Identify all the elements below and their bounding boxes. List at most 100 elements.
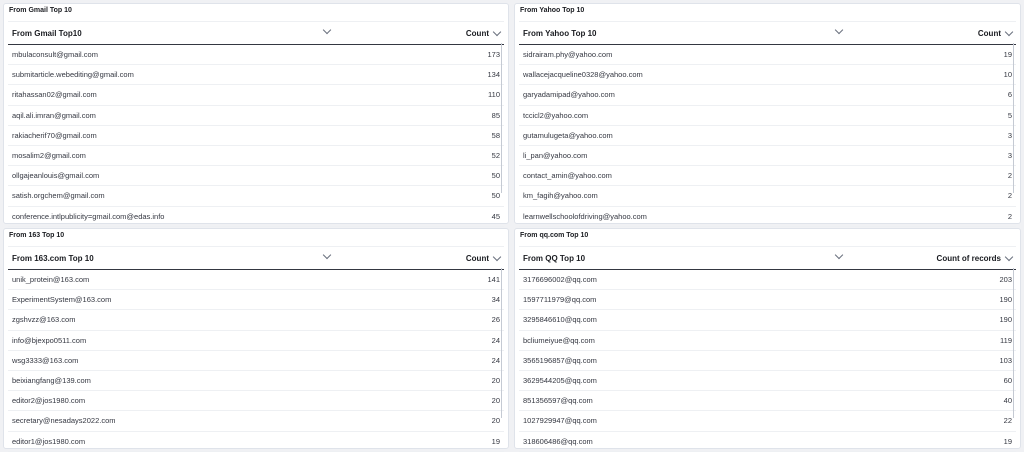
column-header-label: From Yahoo Top 10 (523, 28, 597, 38)
cell-email[interactable]: tccicl2@yahoo.com (519, 111, 852, 120)
cell-email[interactable]: info@bjexpo0511.com (8, 336, 340, 345)
panel-yahoo-top10: From Yahoo Top 10 From Yahoo Top 10 Coun… (514, 3, 1021, 227)
table-body: 3176696002@qq.com 203 1597711979@qq.com 19… (519, 270, 1016, 452)
column-header-label: Count (465, 28, 489, 38)
column-header-name[interactable]: From Gmail Top10 (8, 22, 340, 44)
column-header-count[interactable]: Count (852, 22, 1016, 44)
cell-email[interactable]: conference.intlpublicity=gmail.com@edas.… (8, 212, 340, 221)
cell-count: 203 (999, 275, 1012, 285)
chevron-down-icon[interactable] (1004, 252, 1014, 261)
column-header-count[interactable]: Count (340, 22, 504, 44)
cell-email[interactable]: ExperimentSystem@163.com (8, 295, 340, 304)
column-header-count[interactable]: Count of records (852, 247, 1016, 269)
cell-email[interactable]: wallacejacqueline0328@yahoo.com (519, 70, 852, 79)
cell-email[interactable]: secretary@nesadays2022.com (8, 416, 340, 425)
column-header-name[interactable]: From QQ Top 10 (519, 247, 852, 269)
cell-email[interactable]: garyadamipad@yahoo.com (519, 90, 852, 99)
cell-email[interactable]: aqil.ali.imran@gmail.com (8, 111, 340, 120)
cell-email[interactable]: bcliumeiyue@qq.com (519, 336, 852, 345)
cell-email[interactable]: km_fagih@yahoo.com (519, 191, 852, 200)
table-row: 1597711979@qq.com 190 (519, 290, 1016, 311)
table-row: ritahassan02@gmail.com 110 (8, 85, 504, 106)
cell-count: 190 (999, 315, 1012, 325)
cell-count: 103 (999, 355, 1012, 365)
data-table: From QQ Top 10 Count of records 31766960… (519, 246, 1016, 452)
table-row: submitarticle.webediting@gmail.com 134 (8, 65, 504, 86)
table-row: mosalim2@gmail.com 52 (8, 146, 504, 167)
chevron-down-icon[interactable] (492, 252, 502, 261)
cell-email[interactable]: 851356597@qq.com (519, 396, 852, 405)
cell-email[interactable]: submitarticle.webediting@gmail.com (8, 70, 340, 79)
scrollbar[interactable] (1013, 43, 1014, 193)
column-header-name[interactable]: From 163.com Top 10 (8, 247, 340, 269)
scrollbar[interactable] (501, 43, 502, 193)
cell-email[interactable]: zgshvzz@163.com (8, 315, 340, 324)
cell-count: 20 (491, 376, 500, 386)
panel-title: From 163 Top 10 (9, 232, 65, 239)
dashboard-grid: From Gmail Top 10 From Gmail Top10 Count… (0, 0, 1024, 452)
cell-email[interactable]: beixiangfang@139.com (8, 376, 340, 385)
table-row: unik_protein@163.com 141 (8, 270, 504, 291)
cell-email[interactable]: li_pan@yahoo.com (519, 151, 852, 160)
table-row: gutamulugeta@yahoo.com 3 (519, 126, 1016, 146)
cell-email[interactable]: 3176696002@qq.com (519, 275, 852, 284)
cell-count: 19 (1003, 50, 1012, 60)
cell-count: 3 (1007, 151, 1012, 161)
panel-gmail-top10: From Gmail Top 10 From Gmail Top10 Count… (3, 3, 509, 227)
cell-email[interactable]: 3629544205@qq.com (519, 376, 852, 385)
table-row: bcliumeiyue@qq.com 119 (519, 331, 1016, 351)
cell-email[interactable]: 1027929947@qq.com (519, 416, 852, 425)
chevron-down-icon[interactable] (492, 27, 502, 36)
cell-email[interactable]: 318606486@qq.com (519, 437, 852, 446)
cell-email[interactable]: ritahassan02@gmail.com (8, 90, 340, 99)
chevron-down-icon[interactable] (322, 25, 332, 35)
chevron-down-icon[interactable] (834, 250, 844, 260)
cell-count: 26 (491, 315, 500, 325)
table-row: wsg3333@163.com 24 (8, 351, 504, 371)
chevron-down-icon[interactable] (322, 250, 332, 260)
column-header-label: Count (977, 28, 1001, 38)
column-header-count[interactable]: Count (340, 247, 504, 269)
chevron-down-icon[interactable] (834, 25, 844, 35)
cell-email[interactable]: sidrairam.phy@yahoo.com (519, 50, 852, 59)
cell-email[interactable]: satish.orgchem@gmail.com (8, 191, 340, 200)
table-row: info@bjexpo0511.com 24 (8, 331, 504, 351)
cell-count: 119 (1000, 335, 1012, 345)
table-row: editor1@jos1980.com 19 (8, 432, 504, 452)
cell-email[interactable]: gutamulugeta@yahoo.com (519, 131, 852, 140)
table-header: From Gmail Top10 Count (8, 21, 504, 45)
cell-count: 52 (491, 151, 500, 161)
cell-email[interactable]: mosalim2@gmail.com (8, 151, 340, 160)
table-row: rakiacherif70@gmail.com 58 (8, 126, 504, 146)
cell-count: 45 (491, 211, 500, 221)
cell-email[interactable]: editor1@jos1980.com (8, 437, 340, 446)
cell-email[interactable]: learnwellschoolofdriving@yahoo.com (519, 212, 852, 221)
table-body: mbulaconsult@gmail.com 173 submitarticle.… (8, 45, 504, 227)
cell-email[interactable]: 3565196857@qq.com (519, 356, 852, 365)
cell-email[interactable]: 1597711979@qq.com (519, 295, 852, 304)
cell-count: 85 (491, 110, 500, 120)
cell-count: 58 (491, 130, 500, 140)
cell-count: 110 (488, 90, 500, 100)
cell-count: 60 (1003, 376, 1012, 386)
cell-count: 50 (491, 191, 500, 201)
cell-email[interactable]: wsg3333@163.com (8, 356, 340, 365)
cell-email[interactable]: 3295846610@qq.com (519, 315, 852, 324)
cell-email[interactable]: unik_protein@163.com (8, 275, 340, 284)
scrollbar[interactable] (1013, 268, 1014, 418)
table-row: 3295846610@qq.com 190 (519, 310, 1016, 331)
cell-email[interactable]: mbulaconsult@gmail.com (8, 50, 340, 59)
cell-email[interactable]: editor2@jos1980.com (8, 396, 340, 405)
chevron-down-icon[interactable] (1004, 27, 1014, 36)
scrollbar[interactable] (501, 268, 502, 418)
cell-email[interactable]: ollgajeanlouis@gmail.com (8, 171, 340, 180)
column-header-name[interactable]: From Yahoo Top 10 (519, 22, 852, 44)
cell-email[interactable]: rakiacherif70@gmail.com (8, 131, 340, 140)
cell-count: 2 (1007, 191, 1012, 201)
table-row: learnwellschoolofdriving@yahoo.com 2 (519, 207, 1016, 227)
column-header-label: Count of records (936, 253, 1001, 263)
column-header-label: Count (465, 253, 489, 263)
table-row: 3176696002@qq.com 203 (519, 270, 1016, 291)
table-row: 3565196857@qq.com 103 (519, 351, 1016, 371)
cell-email[interactable]: contact_amin@yahoo.com (519, 171, 852, 180)
